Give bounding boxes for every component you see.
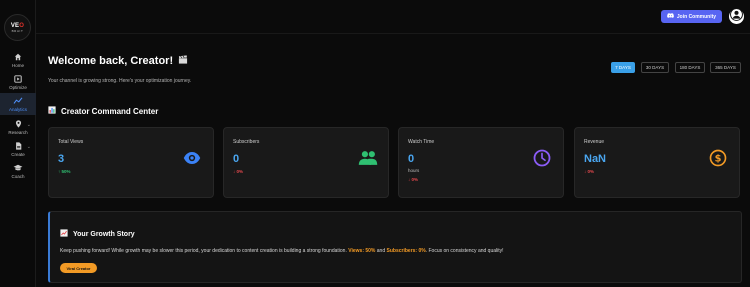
stat-value: 0 [233, 153, 240, 165]
stat-unit: hours [408, 168, 420, 173]
optimize-icon [13, 74, 23, 83]
range-7-days[interactable]: 7 DAYS [611, 62, 635, 73]
analytics-icon [13, 96, 23, 105]
stat-label: Watch Time [408, 139, 435, 145]
stat-change: ↓ 0% [408, 177, 419, 182]
clapperboard-icon [178, 55, 188, 67]
stat-value: NaN [584, 153, 607, 165]
avatar[interactable] [729, 7, 744, 26]
coach-icon [13, 163, 23, 172]
create-icon [13, 141, 23, 150]
viral-creator-badge: Viral Creator [60, 263, 97, 273]
chevron-down-icon: ⌄ [26, 122, 31, 128]
stat-value: 3 [58, 153, 65, 165]
growth-story-panel: Your Growth Story Keep pushing forward! … [48, 211, 742, 283]
sidebar: VEO BRAIT Home Optimize Analytics Resear… [0, 0, 36, 287]
sidebar-item-label: Home [11, 63, 24, 68]
sidebar-item-label: Coach [11, 174, 25, 179]
range-180-days[interactable]: 180 DAYS [675, 62, 705, 73]
section-title: Creator Command Center [48, 106, 158, 116]
sidebar-item-label: Create [11, 152, 25, 157]
growth-story-text: Keep pushing forward! While growth may b… [60, 248, 504, 254]
user-icon [730, 7, 743, 26]
sidebar-item-label: Research [8, 130, 28, 135]
people-icon [358, 149, 378, 167]
dollar-icon: $ [709, 149, 727, 167]
chevron-down-icon: ⌄ [26, 144, 31, 150]
eye-icon [183, 149, 201, 167]
stat-change: ↓ 0% [584, 169, 595, 174]
stat-card-subscribers: Subscribers 0 ↓ 0% [223, 127, 389, 198]
join-community-button[interactable]: Join Community [661, 10, 722, 23]
sidebar-item-analytics[interactable]: Analytics [0, 93, 36, 115]
stat-card-watch-time: Watch Time 0 hours ↓ 0% [398, 127, 564, 198]
top-bar [36, 0, 750, 34]
range-365-days[interactable]: 365 DAYS [710, 62, 741, 73]
bar-chart-icon [48, 106, 56, 116]
stat-change: ↓ 0% [233, 169, 244, 174]
sidebar-item-label: Analytics [8, 107, 27, 112]
stat-label: Total Views [58, 139, 84, 145]
discord-icon [667, 13, 674, 20]
stat-card-total-views: Total Views 3 ↑ 50% [48, 127, 214, 198]
sidebar-item-research[interactable]: Research ⌄ [0, 116, 36, 138]
brand-logo[interactable]: VEO BRAIT [4, 14, 31, 41]
growth-story-title: Your Growth Story [60, 229, 135, 239]
stat-card-revenue: Revenue NaN ↓ 0% $ [574, 127, 740, 198]
sidebar-item-optimize[interactable]: Optimize [0, 71, 36, 93]
page-title: Welcome back, Creator! [48, 55, 188, 67]
stat-label: Revenue [584, 139, 605, 145]
stat-value: 0 [408, 153, 415, 165]
trend-chart-icon [60, 229, 68, 239]
stat-change: ↑ 50% [58, 169, 71, 174]
page-subtitle: Your channel is growing strong. Here's y… [48, 78, 192, 84]
clock-icon [533, 149, 551, 167]
research-icon [13, 119, 23, 128]
sidebar-item-label: Optimize [9, 85, 27, 90]
home-icon [13, 52, 23, 61]
sidebar-item-home[interactable]: Home [0, 49, 36, 71]
range-30-days[interactable]: 30 DAYS [641, 62, 669, 73]
stat-label: Subscribers [233, 139, 260, 145]
svg-text:$: $ [715, 153, 722, 164]
sidebar-item-coach[interactable]: Coach [0, 160, 36, 182]
sidebar-item-create[interactable]: Create ⌄ [0, 138, 36, 160]
